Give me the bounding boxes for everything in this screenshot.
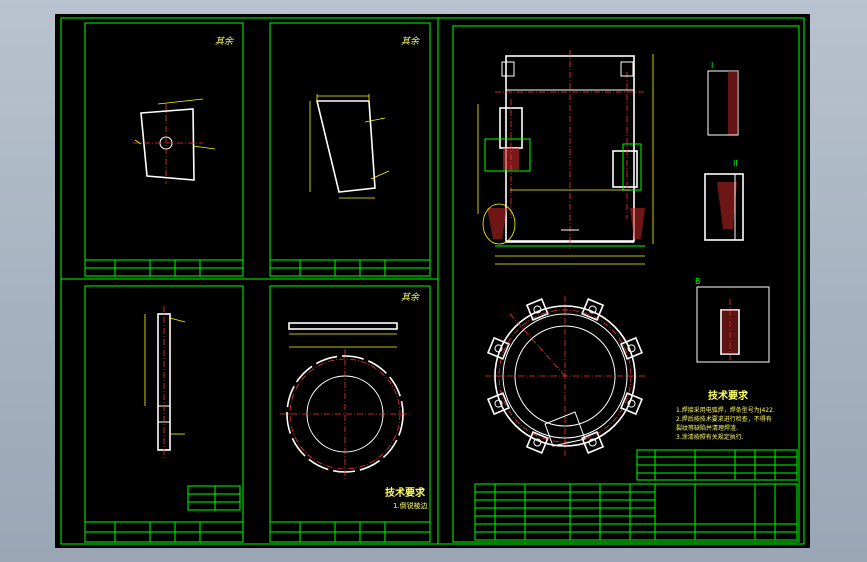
- section-view-b: B: [695, 277, 770, 363]
- detail-view-ii: I: [707, 61, 739, 136]
- panel-wedge-part: 其余: [84, 22, 244, 277]
- roughness-note-2: 其余: [401, 36, 420, 47]
- tech-note-small-line1: 1.倒锐棱边: [393, 501, 428, 510]
- roughness-note-4: 其余: [401, 292, 420, 303]
- tech-note-line1: 1.焊接采用电弧焊，焊条型号为J422.: [676, 406, 775, 414]
- panel-assembly: I II B 技术要求 1.焊接采用电弧焊，焊条型号为J422. 2.焊后按技术…: [452, 25, 800, 543]
- label-section-b: B: [695, 277, 701, 286]
- detail-view-i: II: [704, 159, 744, 241]
- roughness-note-1: 其余: [215, 36, 234, 47]
- label-view-i: I: [711, 61, 713, 70]
- cad-drawing-canvas: 其余 其余 其余 技术要求 1.倒锐棱边 I II B 技术要求 1.焊接采用电…: [60, 17, 805, 545]
- tech-title-small: 技术要求: [385, 486, 426, 499]
- label-view-ii: II: [733, 159, 738, 168]
- tech-note-line3: 裂纹等缺陷并清理焊渣.: [676, 424, 738, 432]
- tech-note-line4: 3.涂漆按照有关规定执行.: [676, 433, 744, 441]
- tech-note-line2: 2.焊后按技术要求进行检查，不得有: [676, 415, 772, 423]
- title-block: [474, 483, 798, 541]
- panel-shaft: [84, 285, 244, 543]
- panel-taper-block: 其余: [269, 22, 431, 277]
- tech-title-main: 技术要求: [708, 389, 749, 402]
- panel-ring-plate: 其余 技术要求 1.倒锐棱边: [269, 285, 431, 543]
- parts-list-table: [636, 449, 798, 481]
- drawing-sheet: 其余 其余 其余 技术要求 1.倒锐棱边 I II B 技术要求 1.焊接采用电…: [55, 14, 810, 548]
- plan-view-ring: [485, 296, 647, 456]
